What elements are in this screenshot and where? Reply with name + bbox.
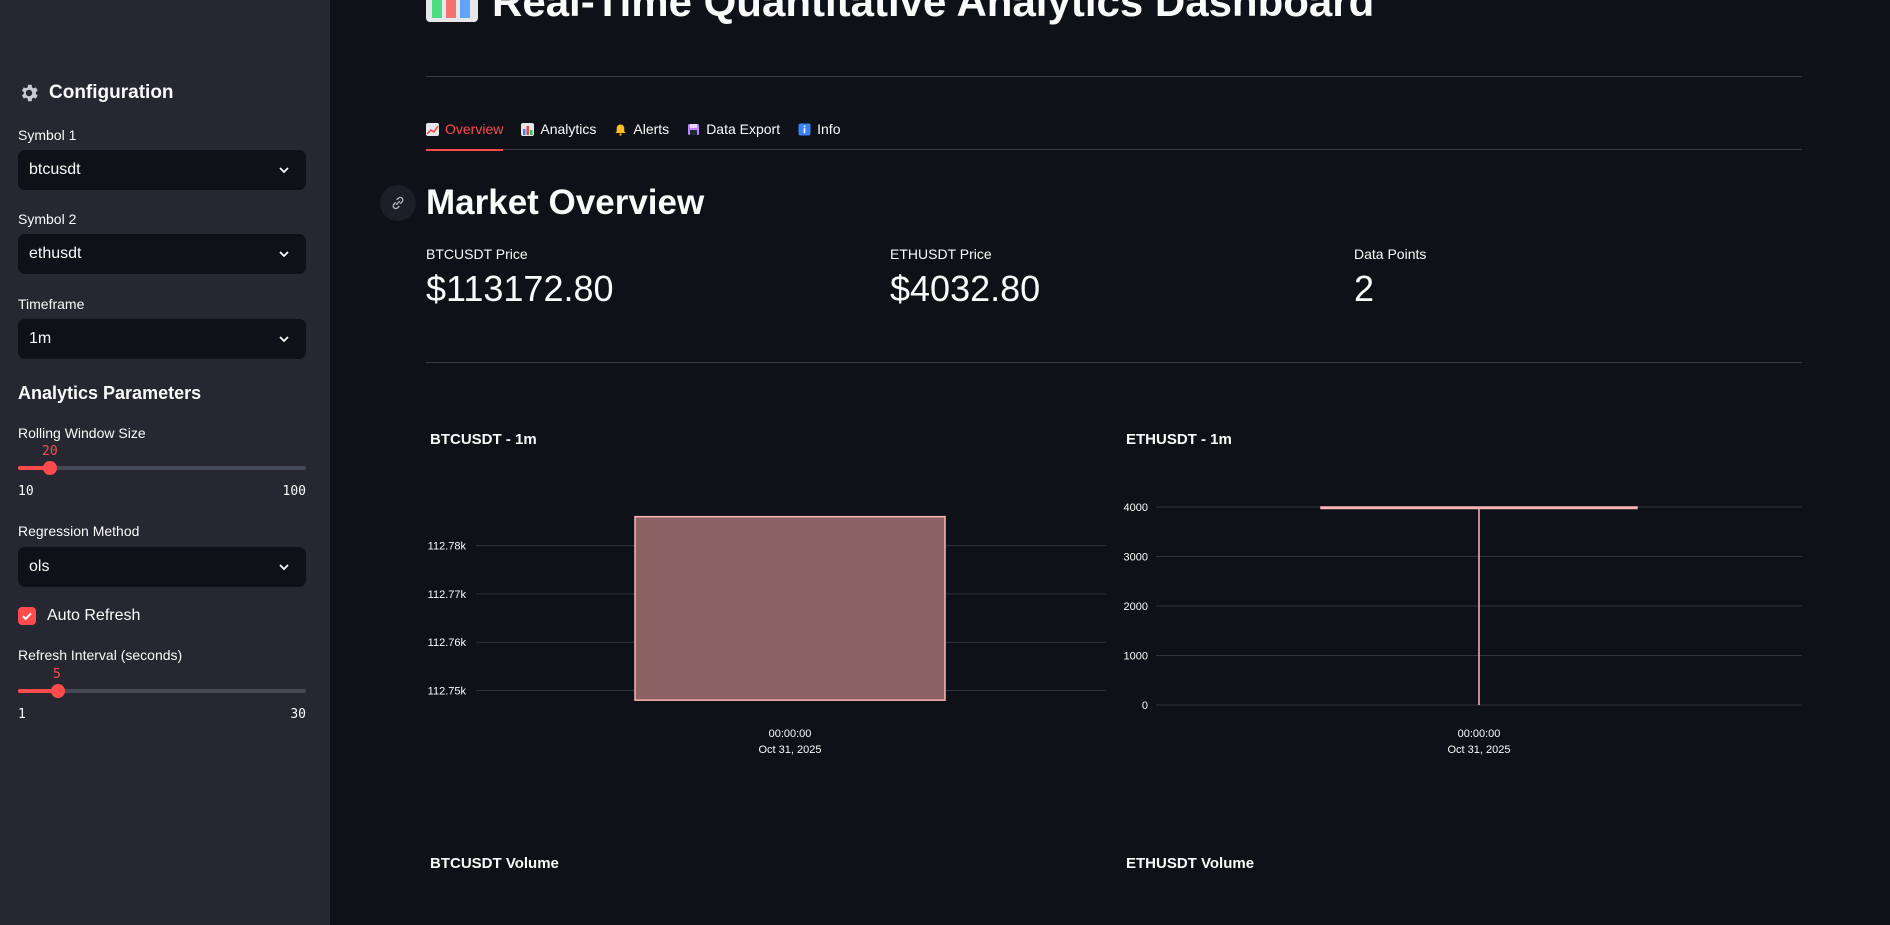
x-tick-label: 00:00:00 [769,728,812,740]
floppy-disk-icon [687,123,700,136]
metric-value: 2 [1354,268,1375,309]
tab-bar: Overview Analytics Alerts Data Export In… [426,114,1802,151]
divider [426,362,1802,363]
tab-data-export[interactable]: Data Export [687,114,780,150]
x-tick-label: 00:00:00 [1458,728,1501,740]
x-tick-label: Oct 31, 2025 [759,744,822,756]
bar-chart-icon [521,122,535,136]
tab-data-export-label: Data Export [706,121,781,137]
chevron-down-icon [279,564,289,571]
y-tick-label: 112.78k [428,541,467,553]
tab-overview-label: Overview [445,121,504,137]
tab-analytics[interactable]: Analytics [521,114,596,150]
metric-label: ETHUSDT Price [890,246,992,262]
rolling-window-thumb[interactable] [42,461,57,475]
tab-info[interactable]: Info [798,114,840,150]
btc-candlestick-chart: 112.78k 112.77k 112.76k 112.75k 00:00:00 Oct … [428,515,1106,756]
sidebar-header: Configuration [18,82,174,104]
eth-candlestick-chart: 4000 3000 2000 1000 0 00:00:00 Oct 31, 2025 [1124,502,1802,756]
tab-analytics-label: Analytics [540,121,597,137]
y-tick-label: 4000 [1124,502,1148,514]
x-tick-label: Oct 31, 2025 [1448,744,1511,756]
refresh-interval-slider[interactable] [18,684,306,698]
btc-chart-title: BTCUSDT - 1m [430,431,537,448]
y-tick-label: 112.75k [428,686,467,698]
chart-emoji-icon [426,0,478,22]
rolling-window-slider[interactable] [18,461,306,475]
refresh-interval-label: Refresh Interval (seconds) [18,647,183,663]
regression-label: Regression Method [18,523,140,539]
auto-refresh-label: Auto Refresh [47,607,141,624]
sidebar: Configuration Symbol 1 btcusdt Symbol 2 … [0,0,330,925]
symbol1-value: btcusdt [29,161,81,178]
symbol1-label: Symbol 1 [18,127,77,143]
btc-volume-title: BTCUSDT Volume [430,855,559,872]
tab-alerts-label: Alerts [633,121,670,137]
metric-value: $4032.80 [890,268,1041,309]
refresh-interval-value: 5 [53,667,61,682]
y-tick-label: 3000 [1124,552,1148,564]
gear-icon [21,84,38,102]
metric-label: BTCUSDT Price [426,246,528,262]
y-tick-label: 1000 [1124,651,1148,663]
candle-body [1320,506,1638,510]
refresh-interval-max: 30 [290,707,306,722]
regression-value: ols [29,558,50,575]
divider [426,76,1802,77]
rolling-window-max: 100 [282,484,306,499]
anchor-link-icon[interactable] [380,185,416,221]
symbol2-value: ethusdt [29,245,82,262]
page-title: Real-Time Quantitative Analytics Dashboa… [492,0,1375,25]
eth-volume-title: ETHUSDT Volume [1126,855,1255,872]
checkbox-checked-icon [18,607,36,625]
timeframe-value: 1m [29,330,52,347]
y-tick-label: 112.77k [428,589,467,601]
eth-chart-title: ETHUSDT - 1m [1126,431,1232,448]
metric-label: Data Points [1354,246,1427,262]
timeframe-select[interactable]: 1m [18,319,306,359]
section-title: Market Overview [426,183,705,222]
candle-body [634,515,946,701]
chevron-down-icon [279,167,289,174]
rolling-window-min: 10 [18,484,34,499]
page-header: Real-Time Quantitative Analytics Dashboa… [426,0,1374,26]
refresh-interval-min: 1 [18,707,26,722]
refresh-interval-thumb[interactable] [50,684,65,698]
y-tick-label: 112.76k [428,637,467,649]
symbol2-select[interactable]: ethusdt [18,234,306,274]
auto-refresh-checkbox[interactable]: Auto Refresh [18,607,140,625]
chart-increasing-icon [426,122,439,136]
regression-select[interactable]: ols [18,547,306,587]
symbol2-label: Symbol 2 [18,211,77,227]
symbol1-select[interactable]: btcusdt [18,150,306,190]
info-icon [798,123,811,136]
rolling-window-value: 20 [42,444,58,459]
y-tick-label: 0 [1142,700,1148,712]
tab-info-label: Info [817,121,841,137]
tab-overview[interactable]: Overview [426,114,504,151]
bell-icon [614,123,627,136]
y-tick-label: 2000 [1124,601,1148,613]
chevron-down-icon [279,251,289,258]
timeframe-label: Timeframe [18,296,85,312]
chevron-down-icon [279,336,289,343]
rolling-window-label: Rolling Window Size [18,425,146,441]
sidebar-title: Configuration [49,82,174,103]
metric-value: $113172.80 [426,268,614,309]
analytics-parameters-heading: Analytics Parameters [18,383,202,403]
tab-alerts[interactable]: Alerts [614,114,669,150]
